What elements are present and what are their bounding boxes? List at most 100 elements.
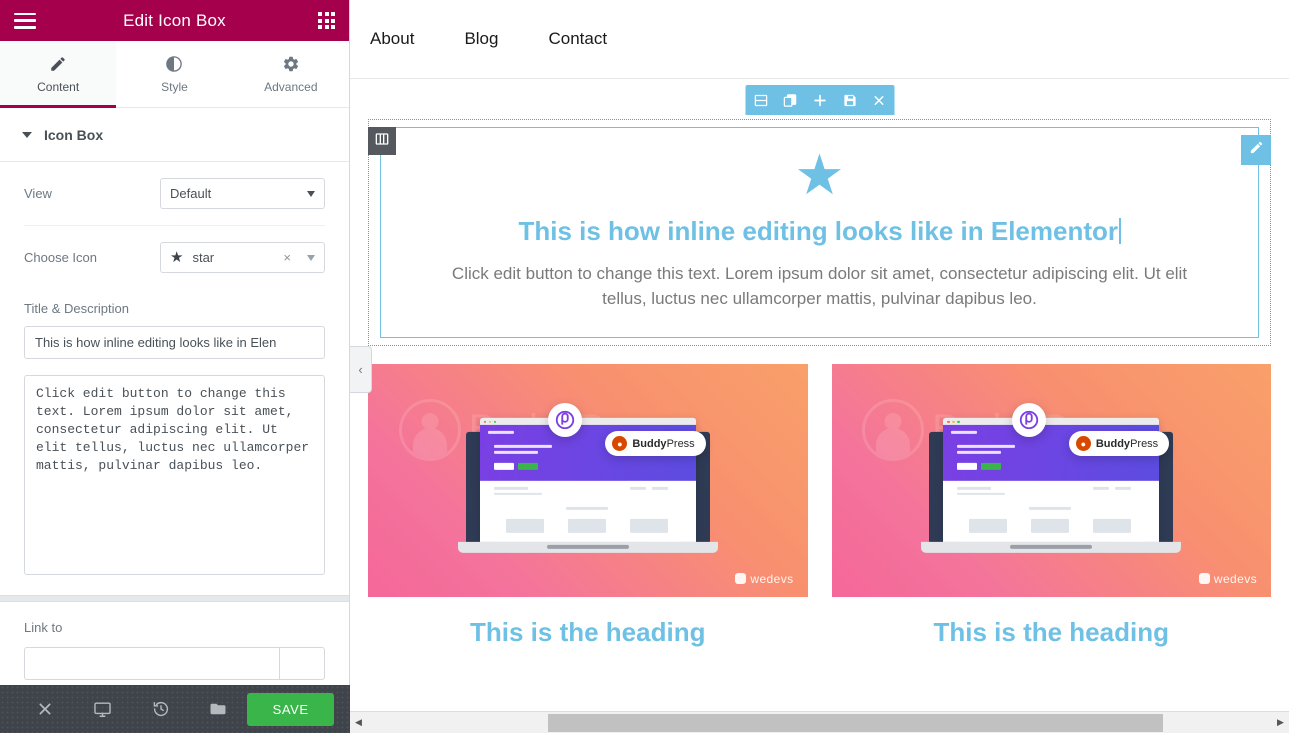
tab-style[interactable]: Style	[116, 41, 233, 107]
panel-title: Edit Icon Box	[123, 10, 226, 30]
title-input[interactable]	[24, 326, 325, 359]
card-2-image: BuddyPress	[831, 363, 1271, 597]
card-2-badge-bold: Buddy	[1095, 437, 1131, 450]
title-description-label: Title & Description	[24, 301, 129, 316]
buddypress-badge: ● BuddyPress	[1068, 431, 1170, 457]
close-x-icon[interactable]	[871, 93, 886, 108]
tab-content-label: Content	[37, 79, 80, 94]
history-clock-icon[interactable]	[132, 700, 190, 718]
wordpress-bubble-icon	[1011, 403, 1046, 438]
panel-tabs: Content Style Advanced	[0, 41, 349, 108]
card-1-badge-bold: Buddy	[632, 437, 667, 450]
section-columns-icon[interactable]	[753, 93, 768, 108]
card-1-heading[interactable]: This is the heading	[368, 617, 808, 648]
contrast-icon	[165, 55, 183, 73]
duplicate-icon[interactable]	[782, 93, 797, 108]
edit-widget-button[interactable]	[1241, 135, 1271, 165]
add-plus-icon[interactable]	[811, 92, 828, 109]
nav-link-about[interactable]: About	[370, 29, 414, 49]
clear-icon-button[interactable]: ×	[283, 250, 291, 265]
panel-footer: SAVE	[0, 685, 350, 733]
choose-icon-label: Choose Icon	[24, 250, 97, 265]
nav-link-blog[interactable]: Blog	[464, 29, 498, 49]
tab-advanced[interactable]: Advanced	[232, 41, 349, 107]
buddypress-logo-icon: ●	[1075, 436, 1091, 452]
column-handle[interactable]	[368, 127, 396, 155]
preview-canvas: About Blog Contact ★ This is how inline …	[350, 0, 1289, 733]
elementor-panel: Edit Icon Box Content Style Advanced Ico…	[0, 0, 350, 733]
tab-style-label: Style	[161, 79, 188, 94]
person-icon	[862, 398, 925, 461]
wedevs-mark-icon	[735, 573, 747, 585]
card-2-badge-light: Press	[1130, 437, 1159, 450]
gear-icon	[282, 55, 300, 73]
scrollbar-track[interactable]	[367, 712, 1272, 733]
tab-content[interactable]: Content	[0, 41, 117, 108]
horizontal-scrollbar[interactable]: ◀ ▶	[350, 711, 1289, 733]
tab-advanced-label: Advanced	[264, 79, 318, 94]
save-floppy-icon[interactable]	[842, 93, 857, 108]
star-icon: ★	[794, 143, 845, 206]
link-to-label: Link to	[24, 620, 63, 635]
element-toolbar	[745, 85, 894, 115]
chevron-down-icon	[307, 190, 315, 197]
card-2-brand-footer: wedevs	[1213, 571, 1257, 586]
wedevs-logo: wedevs	[1198, 571, 1257, 586]
grid-icon[interactable]	[318, 12, 335, 29]
scroll-left-arrow-icon[interactable]: ◀	[350, 717, 367, 728]
card-2[interactable]: BuddyPress	[831, 363, 1272, 648]
close-x-icon[interactable]	[16, 701, 74, 717]
monitor-icon[interactable]	[74, 700, 132, 719]
hamburger-icon[interactable]	[14, 12, 36, 29]
nav-link-contact[interactable]: Contact	[548, 29, 607, 49]
control-view: View Default	[24, 162, 325, 226]
column-layout-icon	[374, 131, 390, 152]
site-navigation: About Blog Contact	[350, 0, 1289, 79]
chevron-down-icon	[22, 131, 32, 138]
icon-box-widget[interactable]: ★ This is how inline editing looks like …	[368, 119, 1271, 346]
description-textarea[interactable]: Click edit button to change this text. L…	[24, 375, 325, 575]
card-1-brand-footer: wedevs	[750, 571, 794, 586]
link-to-input[interactable]	[24, 647, 279, 680]
icon-box-title[interactable]: This is how inline editing looks like in…	[428, 215, 1211, 249]
cards-row: BuddyPress	[350, 346, 1289, 648]
buddypress-badge: ● BuddyPress	[605, 431, 706, 457]
section-icon-box-label: Icon Box	[44, 126, 104, 143]
card-1-image: BuddyPress	[368, 363, 808, 597]
wedevs-logo: wedevs	[735, 572, 793, 586]
link-to-group: Link to	[0, 602, 349, 680]
icon-box-description[interactable]: Click edit button to change this text. L…	[428, 261, 1211, 312]
panel-divider	[0, 595, 349, 602]
choose-icon-value: star	[192, 250, 215, 265]
control-rows: View Default Choose Icon ★ star ×	[0, 162, 349, 289]
star-icon: ★	[170, 249, 184, 266]
pencil-icon	[49, 55, 67, 73]
panel-header: Edit Icon Box	[0, 0, 349, 41]
card-1-badge-light: Press	[666, 437, 695, 450]
icon-box-title-text: This is how inline editing looks like in…	[518, 216, 1119, 246]
view-label: View	[24, 186, 52, 201]
elementor-editor: Edit Icon Box Content Style Advanced Ico…	[0, 0, 1289, 733]
view-select-value: Default	[170, 186, 212, 201]
panel-body: Icon Box View Default Choose Icon ★ star…	[0, 108, 349, 733]
panel-collapse-handle[interactable]: ‹	[350, 346, 372, 393]
folder-icon[interactable]	[189, 700, 247, 718]
pencil-edit-icon	[1249, 140, 1264, 160]
scrollbar-thumb[interactable]	[548, 713, 1164, 732]
title-description-group: Title & Description Click edit button to…	[0, 289, 349, 575]
card-2-heading[interactable]: This is the heading	[832, 617, 1272, 648]
save-button[interactable]: SAVE	[247, 692, 334, 726]
scroll-right-arrow-icon[interactable]: ▶	[1272, 717, 1289, 728]
text-caret	[1119, 218, 1121, 244]
buddypress-logo-icon: ●	[612, 436, 628, 452]
chevron-down-icon	[307, 254, 315, 261]
choose-icon-select[interactable]: ★ star ×	[160, 242, 325, 273]
link-to-options-button[interactable]	[279, 647, 325, 680]
person-icon	[398, 398, 461, 461]
view-select[interactable]: Default	[160, 178, 325, 209]
card-1[interactable]: BuddyPress	[368, 363, 808, 648]
selected-section[interactable]: ★ This is how inline editing looks like …	[368, 85, 1271, 346]
wedevs-mark-icon	[1198, 573, 1210, 585]
section-icon-box-header[interactable]: Icon Box	[0, 108, 349, 162]
link-to-input-wrap	[24, 647, 325, 680]
